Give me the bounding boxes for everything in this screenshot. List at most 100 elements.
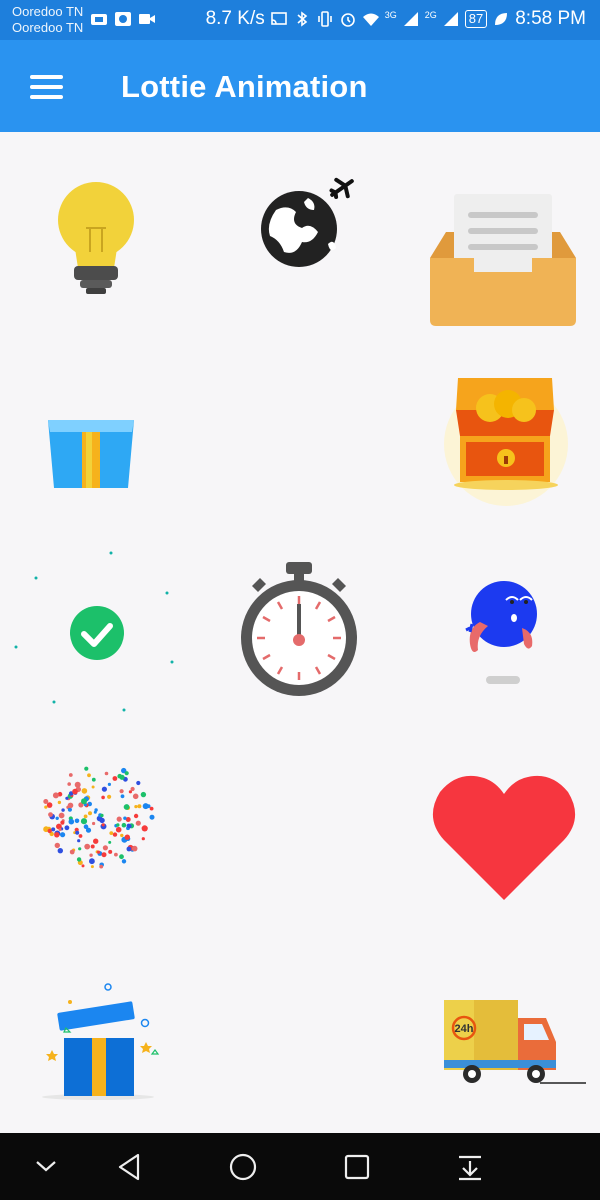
confetti-dot (67, 782, 71, 786)
confetti-dot (149, 814, 155, 820)
globe-icon (261, 177, 354, 267)
wifi-icon (362, 13, 379, 26)
animation-stopwatch[interactable] (200, 532, 400, 732)
network-speed: 8.7 K/s (205, 8, 265, 29)
confetti-dot (57, 848, 63, 854)
page-title: Lottie Animation (121, 69, 368, 104)
confetti-dot (123, 804, 130, 810)
confetti-dot (60, 820, 65, 825)
animation-gift-open[interactable] (0, 932, 200, 1132)
confetti-dot (61, 808, 65, 812)
lightbulb-icon (58, 182, 134, 294)
confetti-dot (48, 812, 53, 817)
carrier-1: Ooredoo TN (12, 4, 84, 19)
pull-down-icon (459, 1155, 481, 1181)
back-button[interactable] (110, 1147, 150, 1187)
confetti-dot (69, 849, 75, 855)
delivery-truck-icon: 24h (444, 1000, 586, 1084)
home-button[interactable] (223, 1147, 263, 1187)
confetti-dot (115, 826, 122, 833)
app-bar: Lottie Animation (0, 40, 600, 132)
confetti-dot (83, 814, 88, 819)
confetti-dot (149, 806, 154, 811)
confetti-dot (67, 802, 74, 809)
confetti-dot (134, 805, 138, 809)
photo-icon (115, 12, 131, 26)
animation-lightbulb[interactable] (0, 132, 200, 332)
confetti-dot (94, 808, 98, 812)
confetti-dot (112, 832, 118, 837)
confetti-dot (119, 774, 125, 780)
animation-treasure-chest[interactable] (400, 332, 600, 532)
network-type-1: 3G (384, 9, 397, 20)
confetti-dot (140, 791, 147, 798)
video-icon (91, 14, 107, 25)
treasure-chest-icon (444, 378, 568, 506)
confetti-dot (132, 793, 139, 800)
hide-nav-button[interactable] (26, 1147, 66, 1187)
confetti-dot (78, 834, 83, 838)
confetti-dot (137, 804, 142, 809)
inbox-icon (430, 194, 576, 326)
confetti-dot (78, 847, 82, 851)
confetti-dot (92, 821, 96, 826)
success-icon (14, 551, 174, 712)
clock: 8:58 PM (515, 8, 586, 29)
recents-square-icon (344, 1154, 370, 1180)
monster-icon (465, 581, 537, 684)
confetti-dot (52, 792, 59, 799)
confetti-dot (44, 805, 48, 809)
confetti-dot (90, 844, 95, 849)
confetti-dot (80, 818, 88, 825)
animation-heart[interactable] (400, 732, 600, 932)
confetti-dot (102, 845, 108, 851)
alarm-icon (340, 13, 355, 27)
confetti-dot (112, 776, 118, 781)
confetti-dot (96, 850, 101, 854)
confetti-dot (123, 816, 127, 820)
menu-button[interactable] (30, 75, 63, 99)
animation-blue-monster[interactable] (400, 532, 600, 732)
confetti-dot (84, 843, 91, 850)
animation-confetti[interactable] (0, 732, 200, 932)
confetti-dot (76, 857, 82, 862)
confetti-dot (89, 858, 95, 865)
confetti-dot (107, 794, 112, 799)
confetti-dot (60, 832, 66, 838)
notifications-button[interactable] (450, 1147, 490, 1187)
confetti-dot (57, 800, 62, 805)
confetti-dot (101, 852, 107, 858)
confetti-dot (67, 807, 72, 812)
confetti-dot (120, 833, 124, 838)
confetti-dot (55, 816, 59, 820)
gift-icon (42, 983, 160, 1100)
bluetooth-icon (297, 11, 308, 27)
animation-gift-box[interactable] (0, 332, 200, 532)
confetti-dot (104, 771, 109, 776)
signal-icon-1 (403, 12, 418, 26)
confetti-dot (58, 812, 65, 819)
confetti-dot (54, 842, 60, 849)
confetti-dot (108, 849, 113, 854)
recents-button[interactable] (337, 1147, 377, 1187)
confetti-dot (120, 794, 125, 799)
signal-icon-2 (443, 12, 458, 26)
back-triangle-icon (118, 1153, 140, 1181)
confetti-dot (47, 828, 52, 834)
confetti-dot (116, 816, 122, 822)
confetti-dot (126, 846, 132, 852)
confetti-dot (75, 830, 80, 835)
confetti-dot (146, 804, 151, 809)
chevron-down-icon (36, 1161, 56, 1172)
confetti-dot (87, 773, 91, 778)
confetti-dot (114, 852, 118, 857)
carrier-2: Ooredoo TN (12, 20, 84, 35)
confetti-dot (85, 827, 92, 833)
animation-delivery-truck[interactable]: 24h (400, 932, 600, 1132)
animation-inbox-document[interactable] (400, 132, 600, 332)
confetti-dot (43, 799, 49, 804)
confetti-dot (58, 828, 62, 831)
animation-success-check[interactable] (0, 532, 200, 732)
airplane-icon (329, 177, 354, 200)
animation-globe-airplane[interactable] (200, 132, 400, 332)
